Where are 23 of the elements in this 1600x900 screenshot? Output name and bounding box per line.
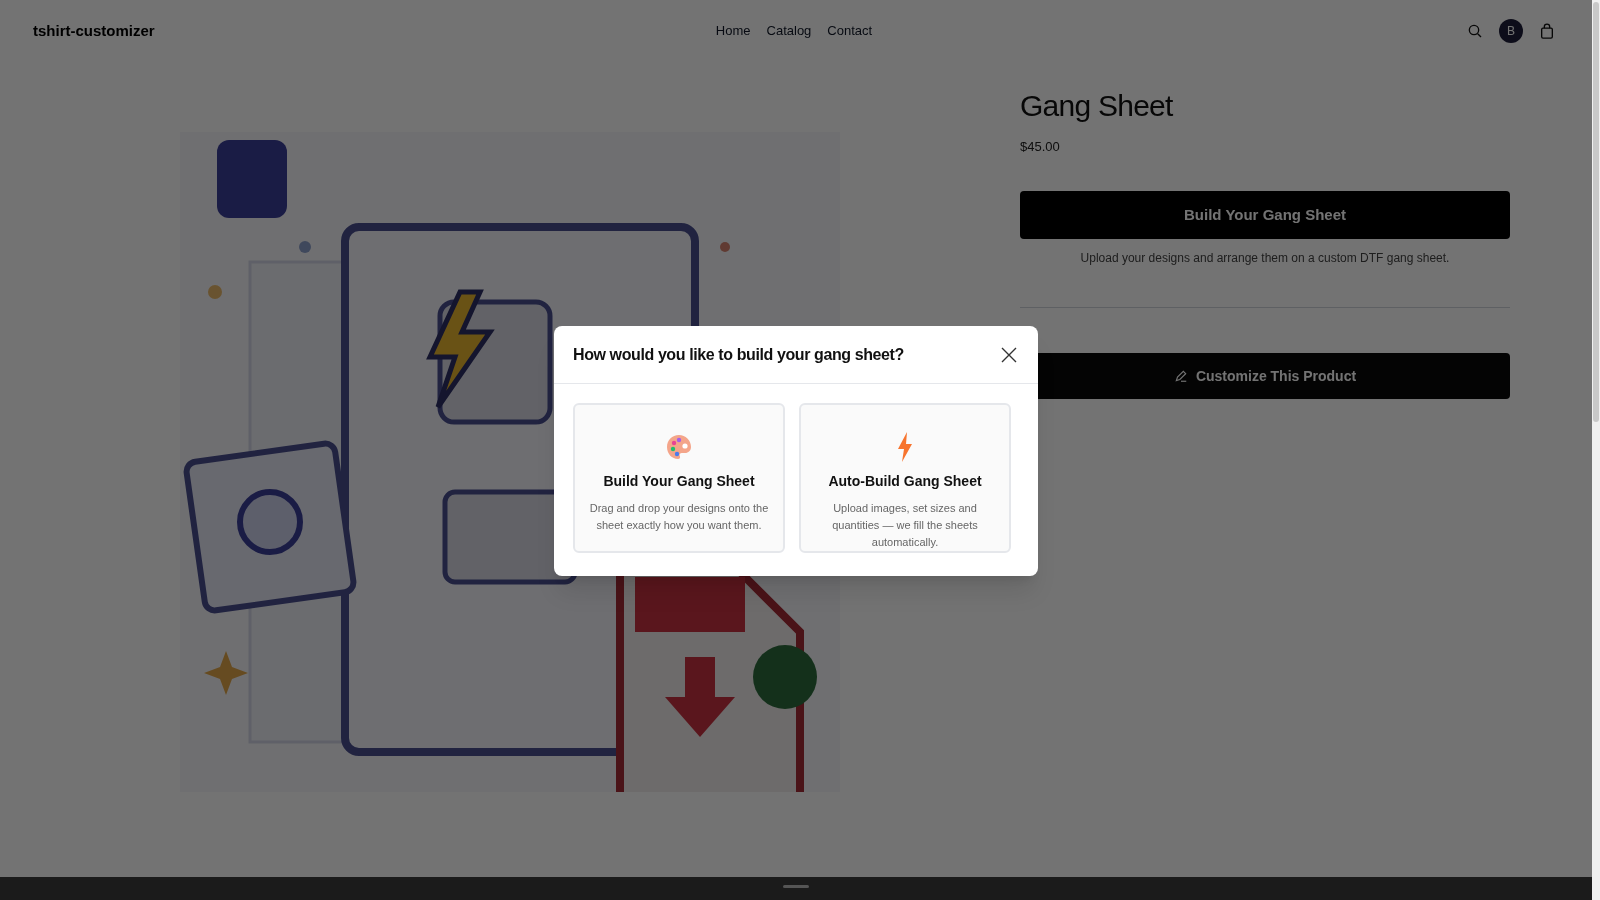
drag-handle[interactable] [783, 885, 809, 888]
option-description: Upload images, set sizes and quantities — we fill the sheets automatically. [831, 501, 979, 550]
scrollbar[interactable] [1592, 0, 1600, 900]
option-description: Drag and drop your designs onto the sheet exactly how you want them. [589, 501, 769, 533]
nav-link[interactable]: Catalog [766, 21, 812, 41]
product-title: Gang Sheet [1020, 88, 1174, 124]
nav-link[interactable]: Contact [827, 21, 873, 41]
nav-link[interactable]: Home [715, 21, 751, 41]
option-card[interactable]: Auto-Build Gang Sheet Upload images, set sizes and quantities — we fill the sheets automatically. [799, 403, 1011, 553]
pencil-icon [1173, 369, 1188, 383]
avatar[interactable]: B [1499, 19, 1523, 43]
modal-title: How would you like to build your gang sheet? [573, 344, 904, 365]
store-logo-text[interactable]: tshirt-customizer [33, 22, 155, 39]
helper-text: Upload your designs and arrange them on a custom DTF gang sheet. [1079, 250, 1451, 267]
product-price: $45.00 [1020, 137, 1061, 156]
search-icon[interactable] [1467, 23, 1483, 39]
option-card[interactable]: Build Your Gang Sheet Drag and drop your designs onto the sheet exactly how you want them. [573, 403, 785, 553]
build-gang-sheet-button[interactable]: Build Your Gang Sheet [1020, 191, 1510, 239]
option-title: Build Your Gang Sheet [603, 472, 755, 491]
palette-icon [665, 433, 693, 461]
option-title: Auto-Build Gang Sheet [828, 472, 982, 491]
lightning-icon [897, 432, 913, 462]
shopping-bag-icon[interactable] [1539, 22, 1555, 40]
